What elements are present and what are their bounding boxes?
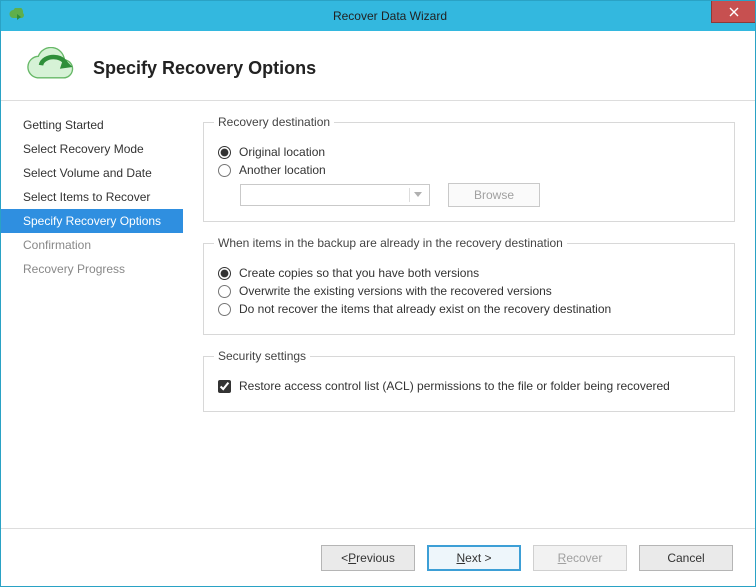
content-pane: Recovery destination Original location A… [183, 101, 755, 528]
sidebar-item-specify-options[interactable]: Specify Recovery Options [1, 209, 183, 233]
recovery-destination-group: Recovery destination Original location A… [203, 115, 735, 222]
wizard-window: Recover Data Wizard Specify Recovery Opt… [0, 0, 756, 587]
cancel-label: Cancel [667, 551, 704, 565]
create-copies-label: Create copies so that you have both vers… [239, 266, 479, 280]
restore-acl-option[interactable]: Restore access control list (ACL) permis… [218, 379, 720, 393]
sidebar-item-recovery-progress: Recovery Progress [1, 257, 183, 281]
overwrite-option[interactable]: Overwrite the existing versions with the… [218, 284, 720, 298]
original-location-option[interactable]: Original location [218, 145, 720, 159]
steps-sidebar: Getting Started Select Recovery Mode Sel… [1, 101, 183, 528]
browse-button-label: Browse [474, 188, 514, 202]
another-location-radio[interactable] [218, 164, 231, 177]
page-title: Specify Recovery Options [93, 58, 316, 79]
create-copies-option[interactable]: Create copies so that you have both vers… [218, 266, 720, 280]
another-location-option[interactable]: Another location [218, 163, 720, 177]
location-path-box [240, 184, 430, 206]
overwrite-label: Overwrite the existing versions with the… [239, 284, 552, 298]
security-settings-group: Security settings Restore access control… [203, 349, 735, 412]
next-button[interactable]: Next > [427, 545, 521, 571]
another-location-row: Browse [240, 183, 720, 207]
skip-existing-radio[interactable] [218, 303, 231, 316]
previous-post: revious [356, 551, 395, 565]
close-button[interactable] [711, 1, 755, 23]
security-legend: Security settings [214, 349, 310, 363]
sidebar-item-select-recovery-mode[interactable]: Select Recovery Mode [1, 137, 183, 161]
restore-acl-checkbox[interactable] [218, 380, 231, 393]
location-path-combo [240, 184, 430, 206]
create-copies-radio[interactable] [218, 267, 231, 280]
conflict-legend: When items in the backup are already in … [214, 236, 567, 250]
sidebar-item-select-items[interactable]: Select Items to Recover [1, 185, 183, 209]
browse-button: Browse [448, 183, 540, 207]
window-title: Recover Data Wizard [25, 9, 755, 23]
wizard-footer: < Previous Next > Recover Cancel [1, 528, 755, 586]
previous-pre: < [341, 551, 348, 565]
title-bar: Recover Data Wizard [1, 1, 755, 31]
sidebar-item-confirmation: Confirmation [1, 233, 183, 257]
wizard-body: Getting Started Select Recovery Mode Sel… [1, 101, 755, 528]
next-key: N [456, 551, 465, 565]
recovery-destination-legend: Recovery destination [214, 115, 334, 129]
recover-post: ecover [566, 551, 602, 565]
original-location-label: Original location [239, 145, 325, 159]
conflict-handling-group: When items in the backup are already in … [203, 236, 735, 335]
sidebar-item-select-volume-date[interactable]: Select Volume and Date [1, 161, 183, 185]
skip-existing-label: Do not recover the items that already ex… [239, 302, 611, 316]
skip-existing-option[interactable]: Do not recover the items that already ex… [218, 302, 720, 316]
restore-acl-label: Restore access control list (ACL) permis… [239, 379, 670, 393]
previous-key: P [348, 551, 356, 565]
original-location-radio[interactable] [218, 146, 231, 159]
wizard-header: Specify Recovery Options [1, 31, 755, 101]
previous-button[interactable]: < Previous [321, 545, 415, 571]
recover-button: Recover [533, 545, 627, 571]
chevron-down-icon [409, 188, 425, 202]
recover-key: R [558, 551, 567, 565]
sidebar-item-getting-started[interactable]: Getting Started [1, 113, 183, 137]
overwrite-radio[interactable] [218, 285, 231, 298]
app-icon [9, 8, 25, 24]
another-location-label: Another location [239, 163, 326, 177]
next-post: ext > [465, 551, 491, 565]
cloud-recover-icon [23, 47, 77, 90]
cancel-button[interactable]: Cancel [639, 545, 733, 571]
